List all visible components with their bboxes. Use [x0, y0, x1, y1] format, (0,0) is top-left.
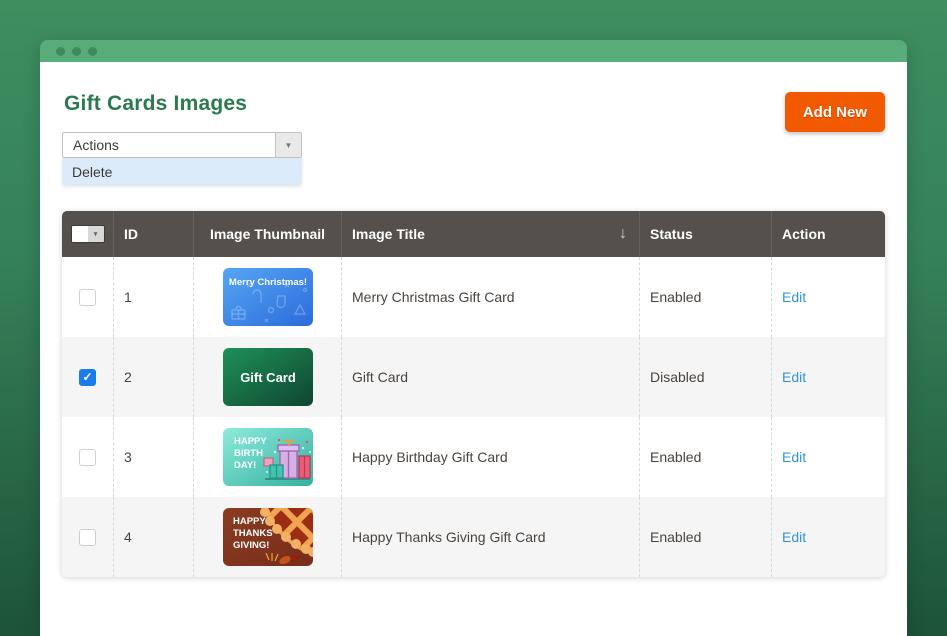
header-cell-thumbnail[interactable]: Image Thumbnail [194, 211, 342, 257]
select-all-checkbox[interactable] [72, 226, 88, 242]
thumbnail-gift-card: Gift Card [223, 348, 313, 406]
row-id: 2 [114, 337, 194, 417]
actions-select[interactable]: Actions ▼ [62, 132, 302, 158]
row-status: Enabled [640, 417, 772, 497]
header-cell-status[interactable]: Status [640, 211, 772, 257]
row-status: Enabled [640, 257, 772, 337]
thumbnail-text-line: DAY! [234, 460, 256, 471]
row-title: Gift Card [342, 337, 640, 417]
row-status: Disabled [640, 337, 772, 417]
window-dot-icon [88, 47, 97, 56]
row-checkbox[interactable] [79, 449, 96, 466]
row-id: 1 [114, 257, 194, 337]
thumbnail-text-line: THANKS [233, 528, 273, 539]
edit-link[interactable]: Edit [782, 289, 806, 305]
actions-option-delete[interactable]: Delete [62, 158, 302, 185]
edit-link[interactable]: Edit [782, 369, 806, 385]
header-cell-select-all: ▾ [62, 211, 114, 257]
thumbnail-text: Merry Christmas! [228, 277, 306, 288]
window-dot-icon [72, 47, 81, 56]
window-titlebar [40, 40, 907, 62]
page-header: Gift Cards Images Add New [62, 62, 885, 132]
table-row: 3 [62, 417, 885, 497]
row-title: Happy Birthday Gift Card [342, 417, 640, 497]
thumbnail-text-line: HAPPY [233, 516, 266, 527]
row-title: Happy Thanks Giving Gift Card [342, 497, 640, 577]
chevron-down-icon[interactable]: ▾ [88, 226, 104, 242]
header-cell-action: Action [772, 211, 885, 257]
page-title: Gift Cards Images [64, 92, 247, 116]
thumbnail-text: Gift Card [240, 370, 296, 385]
mass-actions: Actions ▼ Delete [62, 132, 885, 185]
edit-link[interactable]: Edit [782, 449, 806, 465]
app-window: Gift Cards Images Add New Actions ▼ Dele… [40, 40, 907, 636]
thumbnail-text-line: GIVING! [233, 540, 269, 551]
table-row: 4 [62, 497, 885, 577]
row-id: 3 [114, 417, 194, 497]
row-id: 4 [114, 497, 194, 577]
edit-link[interactable]: Edit [782, 529, 806, 545]
thumbnail-happy-birthday: HAPPY BIRTH DAY! [223, 428, 313, 486]
row-checkbox[interactable] [79, 289, 96, 306]
header-title-label: Image Title [352, 226, 425, 242]
thumbnail-text-line: HAPPY [234, 436, 267, 447]
row-checkbox-checked[interactable]: ✓ [79, 369, 96, 386]
page-content: Gift Cards Images Add New Actions ▼ Dele… [40, 62, 907, 636]
window-dot-icon [56, 47, 65, 56]
actions-select-value: Actions [63, 133, 275, 157]
table-row: ✓ 2 Gift Card [62, 337, 885, 417]
table-row: 1 [62, 257, 885, 337]
sort-descending-icon[interactable]: ↓ [619, 225, 639, 243]
row-checkbox[interactable] [79, 529, 96, 546]
grid-header-row: ▾ ID Image Thumbnail Image Title ↓ Statu… [62, 211, 885, 257]
dropdown-arrow-icon[interactable]: ▼ [275, 133, 301, 157]
thumbnail-merry-christmas: Merry Christmas! [223, 268, 313, 326]
add-new-button[interactable]: Add New [785, 92, 885, 132]
thumbnail-text-line: BIRTH [234, 448, 263, 459]
row-status: Enabled [640, 497, 772, 577]
header-cell-id[interactable]: ID [114, 211, 194, 257]
gift-cards-grid: ▾ ID Image Thumbnail Image Title ↓ Statu… [62, 211, 885, 577]
select-all-control[interactable]: ▾ [71, 225, 105, 243]
header-cell-title[interactable]: Image Title ↓ [342, 211, 640, 257]
thumbnail-happy-thanksgiving: HAPPY THANKS GIVING! [223, 508, 313, 566]
row-title: Merry Christmas Gift Card [342, 257, 640, 337]
check-icon: ✓ [82, 370, 92, 384]
